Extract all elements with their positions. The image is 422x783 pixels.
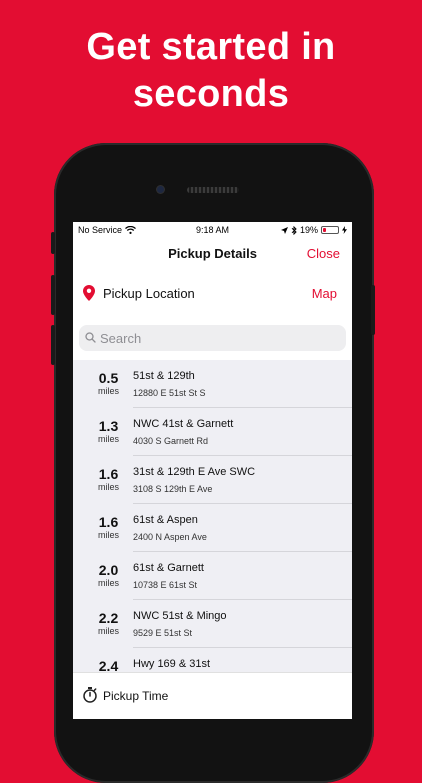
distance-value: 2.0 (98, 562, 119, 578)
battery-percent: 19% (299, 225, 318, 235)
search-input[interactable] (100, 328, 340, 348)
location-list[interactable]: 0.5 miles 51st & 129th 12880 E 51st St S… (73, 360, 352, 672)
close-button[interactable]: Close (307, 246, 340, 261)
location-row[interactable]: 0.5 miles 51st & 129th 12880 E 51st St S (73, 360, 352, 408)
location-name: NWC 51st & Mingo (133, 610, 227, 622)
location-address: 9529 E 51st St (133, 628, 193, 638)
location-name: 51st & 129th (133, 370, 195, 382)
distance-value: 1.6 (98, 466, 119, 482)
distance-unit: miles (97, 626, 119, 636)
location-name: 61st & Aspen (133, 514, 198, 526)
distance-value: 1.6 (98, 514, 119, 530)
app-screen: No Service 9:18 AM 19% Pickup Details Cl… (73, 222, 352, 719)
location-name: 31st & 129th E Ave SWC (133, 466, 256, 478)
location-row[interactable]: 1.6 miles 31st & 129th E Ave SWC 3108 S … (73, 456, 352, 504)
location-address: 3108 S 129th E Ave (133, 484, 213, 494)
location-row[interactable]: 2.4 miles Hwy 169 & 31st (73, 648, 352, 672)
location-arrow-icon (280, 226, 288, 234)
map-button[interactable]: Map (312, 286, 337, 301)
pickup-time-row[interactable]: Pickup Time (73, 672, 352, 719)
distance-unit: miles (97, 386, 119, 396)
location-row[interactable]: 2.0 miles 61st & Garnett 10738 E 61st St (73, 552, 352, 600)
earpiece-speaker (187, 187, 239, 193)
location-name: NWC 41st & Garnett (133, 418, 234, 430)
location-pin-icon (83, 285, 95, 301)
headline-line-2: seconds (132, 73, 290, 115)
location-name: 61st & Garnett (133, 562, 204, 574)
distance-value: 2.2 (98, 610, 119, 626)
navigation-bar: Pickup Details Close (73, 242, 352, 268)
location-address: 12880 E 51st St S (133, 388, 206, 398)
charging-bolt-icon (342, 226, 347, 234)
front-camera (157, 186, 164, 193)
distance-value: 1.3 (98, 418, 119, 434)
phone-volume-down (51, 325, 55, 365)
stopwatch-icon (83, 687, 97, 703)
search-icon (85, 332, 96, 343)
location-address: 2400 N Aspen Ave (133, 532, 207, 542)
status-bar: No Service 9:18 AM 19% (73, 222, 352, 238)
headline: Get started in seconds (0, 24, 422, 118)
location-name: Hwy 169 & 31st (133, 658, 211, 670)
location-row[interactable]: 1.3 miles NWC 41st & Garnett 4030 S Garn… (73, 408, 352, 456)
phone-power-button (371, 285, 375, 335)
location-row[interactable]: 1.6 miles 61st & Aspen 2400 N Aspen Ave (73, 504, 352, 552)
bluetooth-icon (291, 225, 297, 235)
distance-value: 0.5 (98, 370, 119, 386)
location-row[interactable]: 2.2 miles NWC 51st & Mingo 9529 E 51st S… (73, 600, 352, 648)
pickup-location-label: Pickup Location (103, 286, 195, 301)
location-address: 10738 E 61st St (133, 580, 198, 590)
distance-unit: miles (97, 530, 119, 540)
distance-unit: miles (97, 434, 119, 444)
distance-unit: miles (97, 578, 119, 588)
phone-volume-up (51, 275, 55, 315)
pickup-location-row[interactable]: Pickup Location Map (73, 282, 352, 308)
search-bar[interactable] (79, 325, 346, 351)
distance-unit: miles (97, 482, 119, 492)
distance-value: 2.4 (98, 658, 119, 672)
phone-silent-switch (51, 232, 55, 254)
headline-line-1: Get started in (86, 26, 336, 68)
battery-icon (321, 226, 339, 234)
pickup-time-label: Pickup Time (103, 689, 169, 703)
location-address: 4030 S Garnett Rd (133, 436, 209, 446)
